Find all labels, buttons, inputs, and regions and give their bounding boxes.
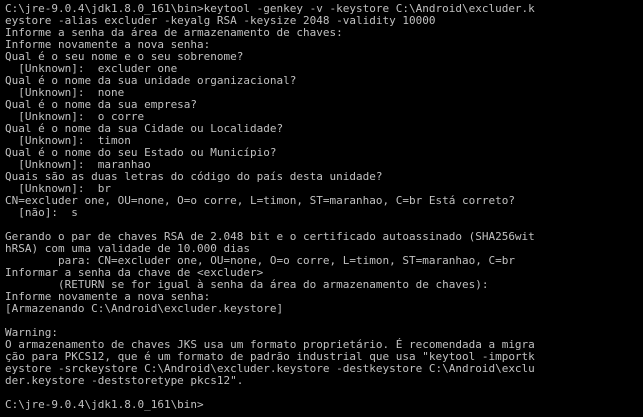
console-line: [Armazenando C:\Android\excluder.keystor… (5, 302, 284, 315)
console-line: CN=excluder one, OU=none, O=o corre, L=t… (5, 194, 515, 207)
console-line: [não]: s (5, 206, 78, 219)
console-line: der.keystore -deststoretype pkcs12". (5, 374, 244, 387)
console-prompt-line[interactable]: C:\jre-9.0.4\jdk1.8.0_161\bin> (5, 399, 643, 411)
console-output[interactable]: C:\jre-9.0.4\jdk1.8.0_161\bin>keytool -g… (5, 3, 643, 417)
